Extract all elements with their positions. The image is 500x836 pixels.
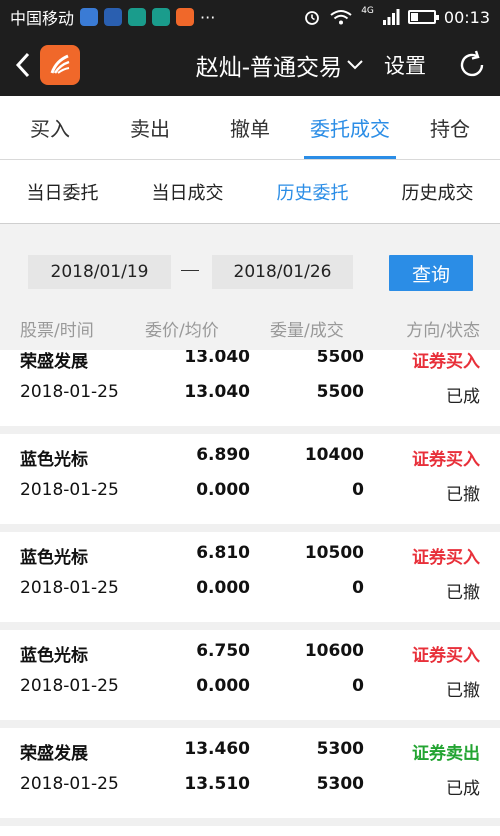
notification-shield-icon [128,8,147,26]
order-date: 2018-01-25 [20,676,119,696]
tab-sell[interactable]: 卖出 [100,96,200,159]
order-quantity: 10500 [304,543,364,563]
sub-tabs: 当日委托 当日成交 历史委托 历史成交 [0,160,500,224]
filled-quantity: 0 [352,480,364,500]
notification-trade-app-icon [176,8,195,26]
subtab-today-orders[interactable]: 当日委托 [0,160,125,223]
tab-buy[interactable]: 买入 [0,96,100,159]
refresh-button[interactable] [452,45,492,85]
settings-button[interactable]: 设置 [384,50,426,80]
order-price: 6.750 [196,641,250,661]
stock-name: 荣盛发展 [20,352,88,372]
order-price: 13.460 [184,739,250,759]
subtab-today-trades[interactable]: 当日成交 [125,160,250,223]
notification-shield-icon [152,8,171,26]
filled-quantity: 5500 [316,382,364,402]
order-quantity: 10400 [304,445,364,465]
filled-quantity: 0 [352,676,364,696]
order-direction: 证券买入 [412,450,480,470]
tab-cancel[interactable]: 撤单 [200,96,300,159]
date-range-separator [181,270,199,271]
refresh-icon [460,50,484,77]
table-row[interactable]: 蓝色光标 6.810 10500 证券买入 2018-01-25 0.000 0… [0,532,500,630]
tab-orders-trades[interactable]: 委托成交 [300,96,400,159]
wifi-icon [330,10,352,25]
order-date: 2018-01-25 [20,480,119,500]
back-button[interactable] [6,34,40,96]
column-header-direction-status: 方向/状态 [406,320,480,341]
order-quantity: 5500 [316,350,364,367]
order-quantity: 5300 [316,739,364,759]
status-bar: 中国移动 ··· 4G 00:13 [0,0,500,34]
column-header-quantity: 委量/成交 [270,320,344,341]
filled-quantity: 0 [352,578,364,598]
query-bar: 2018/01/19 2018/01/26 查询 [0,224,500,306]
chevron-down-icon [347,60,363,70]
order-quantity: 10600 [304,641,364,661]
app-logo [40,45,80,85]
filled-quantity: 5300 [316,774,364,794]
order-status: 已成 [446,387,480,407]
subtab-history-trades[interactable]: 历史成交 [375,160,500,223]
column-header-stock-time: 股票/时间 [20,320,94,341]
subtab-history-orders[interactable]: 历史委托 [250,160,375,223]
order-list: 荣盛发展 13.040 5500 证券买入 2018-01-25 13.040 … [0,350,500,836]
order-direction: 证券买入 [412,352,480,372]
query-button[interactable]: 查询 [389,255,473,291]
order-date: 2018-01-25 [20,578,119,598]
order-status: 已撤 [446,485,480,505]
average-price: 0.000 [196,480,250,500]
average-price: 0.000 [196,578,250,598]
table-row[interactable]: 蓝色光标 6.750 10600 证券买入 2018-01-25 0.000 0… [0,630,500,728]
network-type-label: 4G [361,6,374,16]
table-row[interactable]: 荣盛发展 13.040 5500 证券买入 2018-01-25 13.040 … [0,350,500,434]
order-price: 13.040 [184,350,250,367]
order-direction: 证券卖出 [412,744,480,764]
order-direction: 证券买入 [412,548,480,568]
nav-bar: 赵灿-普通交易 设置 [0,34,500,96]
app-logo-icon [50,54,70,74]
order-status: 已成 [446,779,480,799]
signal-icon [382,9,400,25]
order-status: 已撤 [446,681,480,701]
account-selector[interactable]: 赵灿-普通交易 [80,48,384,82]
page-title: 赵灿-普通交易 [195,55,342,81]
stock-name: 蓝色光标 [20,548,88,568]
notification-app-icon [104,8,123,26]
order-price: 6.810 [196,543,250,563]
order-date: 2018-01-25 [20,382,119,402]
order-direction: 证券买入 [412,646,480,666]
column-headers: 股票/时间 委价/均价 委量/成交 方向/状态 [0,306,500,350]
start-date-field[interactable]: 2018/01/19 [28,255,171,289]
table-row[interactable]: 荣盛发展 13.460 5300 证券卖出 2018-01-25 13.510 … [0,728,500,826]
order-status: 已撤 [446,583,480,603]
clock-label: 00:13 [443,7,490,27]
carrier-label: 中国移动 [10,9,75,28]
alarm-icon [305,11,320,25]
order-date: 2018-01-25 [20,774,119,794]
average-price: 13.040 [184,382,250,402]
end-date-field[interactable]: 2018/01/26 [212,255,353,289]
order-price: 6.890 [196,445,250,465]
stock-name: 荣盛发展 [20,744,88,764]
main-tabs: 买入 卖出 撤单 委托成交 持仓 [0,96,500,160]
table-row[interactable]: 蓝色光标 6.890 10400 证券买入 2018-01-25 0.000 0… [0,434,500,532]
average-price: 0.000 [196,676,250,696]
chevron-left-icon [15,52,30,78]
battery-icon [407,10,439,24]
average-price: 13.510 [184,774,250,794]
more-notifications-icon: ··· [200,7,216,27]
tab-positions[interactable]: 持仓 [400,96,500,159]
stock-name: 蓝色光标 [20,646,88,666]
notification-app-icon [80,8,99,26]
column-header-price: 委价/均价 [145,320,219,341]
stock-name: 蓝色光标 [20,450,88,470]
